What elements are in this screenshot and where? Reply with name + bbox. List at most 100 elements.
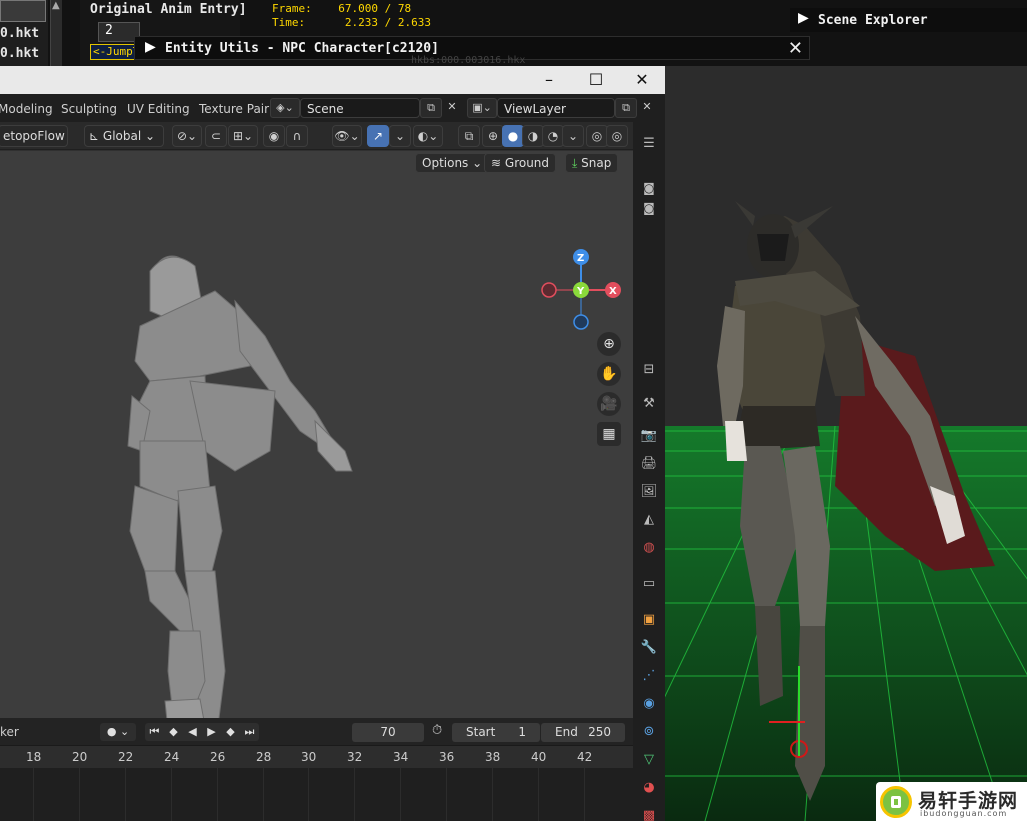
close-icon[interactable]: ✕ — [788, 38, 803, 59]
texture-properties-icon[interactable]: ▩ — [639, 806, 659, 821]
timeline-body[interactable] — [0, 768, 633, 821]
window-titlebar[interactable]: – ☐ ✕ — [0, 66, 665, 94]
falloff-icon[interactable]: ∩ — [286, 125, 308, 147]
pan-hand-icon[interactable]: ✋ — [597, 362, 621, 386]
timeline-editor[interactable]: ker ● ⌄ ⏮ ◆ ◀ ▶ ◆ ⏭ 70 ⏱ Start 1 End 250… — [0, 718, 633, 821]
scroll-up-icon[interactable]: ▲ — [52, 0, 60, 11]
jump-end-icon[interactable]: ⏭ — [240, 723, 259, 741]
frame-ruler[interactable]: 18 20 22 24 26 28 30 32 34 36 38 40 42 — [0, 746, 633, 768]
snap-button[interactable]: ⤓ Snap — [565, 153, 619, 173]
3d-viewport[interactable]: Z X Y Options ⌄ ≋ Ground ⤓ Snap ⊕ ✋ 🎥 ▦ — [0, 151, 633, 718]
scene-selector-icon[interactable]: ◈⌄ — [270, 98, 300, 118]
gizmo-toggle-icon[interactable]: ↗ — [367, 125, 389, 147]
constraints-properties-icon[interactable]: ⊚ — [639, 722, 659, 742]
object-properties-icon[interactable]: ▣ — [639, 610, 659, 630]
physics-properties-icon[interactable]: ◉ — [639, 694, 659, 714]
camera-view-icon[interactable]: 🎥 — [597, 392, 621, 416]
proportional-edit-icon[interactable]: ◉ — [263, 125, 285, 147]
marker-menu[interactable]: ker — [0, 725, 19, 739]
next-keyframe-icon[interactable]: ◆ — [221, 723, 240, 741]
data-properties-icon[interactable]: ▽ — [639, 750, 659, 770]
entity-utils-panel[interactable]: ▶ Entity Utils - NPC Character[c2120] hk… — [134, 36, 810, 66]
toolbar-toggle-icon[interactable]: ☰ — [639, 134, 659, 154]
ortho-grid-icon[interactable]: ▦ — [597, 422, 621, 446]
scene-properties-icon[interactable]: ◭ — [639, 510, 659, 530]
tab-uv-editing[interactable]: UV Editing — [127, 102, 190, 116]
file-list-selection[interactable] — [0, 0, 46, 22]
output-properties-icon[interactable]: 🖨 — [639, 454, 659, 474]
snap-target-icon[interactable]: ⊞⌄ — [228, 125, 258, 147]
transform-orientation-dropdown[interactable]: ⊾ Global ⌄ — [84, 125, 164, 147]
view-layer-properties-icon[interactable]: 🖼 — [639, 482, 659, 502]
camera-lock-2-icon[interactable]: ◙ — [639, 198, 659, 218]
render-properties-icon[interactable]: 📷 — [639, 426, 659, 446]
game-3d-viewport[interactable] — [665, 66, 1027, 821]
file-list-item[interactable]: 0.hkt — [0, 46, 39, 61]
material-properties-icon[interactable]: ◕ — [639, 778, 659, 798]
start-frame-field[interactable]: Start 1 — [452, 723, 540, 742]
play-reverse-icon[interactable]: ◀ — [183, 723, 202, 741]
scene-name-field[interactable]: Scene — [300, 98, 420, 118]
current-frame-field[interactable]: 70 — [352, 723, 424, 742]
site-watermark: 易轩手游网 ibudongguan.com — [876, 782, 1027, 821]
gizmo-neg-x-axis[interactable] — [541, 282, 557, 298]
maximize-icon[interactable]: ☐ — [584, 70, 608, 90]
retopo-mode-icon[interactable]: ◎ — [586, 125, 608, 147]
particles-properties-icon[interactable]: ⋰ — [639, 666, 659, 686]
retopoflow-dropdown[interactable]: etopoFlow ⌄ — [0, 125, 68, 163]
pivot-point-icon[interactable]: ⊘⌄ — [172, 125, 202, 147]
visibility-icon[interactable]: 👁⌄ — [332, 125, 362, 147]
options-dropdown[interactable]: Options ⌄ — [415, 153, 490, 173]
ruler-tick: 34 — [393, 750, 409, 764]
material-shading-icon[interactable]: ◑ — [522, 125, 544, 147]
play-icon[interactable]: ▶ — [202, 723, 221, 741]
xray-icon[interactable]: ⧉ — [458, 125, 480, 147]
file-list-scrollbar[interactable]: ▲ — [50, 0, 62, 66]
keying-dropdown[interactable]: ● ⌄ — [100, 723, 136, 741]
tab-sculpting[interactable]: Sculpting — [61, 102, 117, 116]
frame-label: Frame: — [272, 2, 312, 15]
snap-toggle-icon[interactable]: ⊂ — [205, 125, 227, 147]
scene-name: Scene — [307, 102, 344, 116]
zoom-icon[interactable]: ⊕ — [597, 332, 621, 356]
collection-properties-icon[interactable]: ▭ — [639, 574, 659, 594]
new-view-layer-icon[interactable]: ⧉ — [615, 98, 637, 118]
file-list-item[interactable]: 0.hkt — [0, 26, 39, 41]
expand-triangle-icon[interactable]: ▶ — [145, 39, 156, 55]
anim-entry-title: Original Anim Entry] — [90, 2, 247, 17]
retopo-settings-icon[interactable]: ◎ — [606, 125, 628, 147]
new-scene-icon[interactable]: ⧉ — [420, 98, 442, 118]
world-properties-icon[interactable]: ◍ — [639, 538, 659, 558]
tool-properties-icon[interactable]: ⚒ — [639, 394, 659, 414]
wireframe-shading-icon[interactable]: ⊕ — [482, 125, 504, 147]
viewport-header: etopoFlow ⌄ ⊾ Global ⌄ ⊘⌄ ⊂ ⊞⌄ ◉ ∩ 👁⌄ ↗ … — [0, 122, 633, 163]
delete-scene-icon[interactable]: ✕ — [441, 98, 463, 118]
modifier-properties-icon[interactable]: 🔧 — [639, 638, 659, 658]
minimize-icon[interactable]: – — [537, 70, 561, 90]
properties-toggle-icon[interactable]: ⊟ — [639, 360, 659, 380]
jump-start-icon[interactable]: ⏮ — [145, 723, 164, 741]
prev-keyframe-icon[interactable]: ◆ — [164, 723, 183, 741]
viewport-scene: Z X Y — [127, 249, 621, 718]
tab-modeling[interactable]: Modeling — [0, 102, 53, 116]
tab-texture-paint[interactable]: Texture Pair — [199, 102, 269, 116]
solid-shading-icon[interactable]: ● — [502, 125, 524, 147]
overlay-icon[interactable]: ◐⌄ — [413, 125, 443, 147]
close-window-icon[interactable]: ✕ — [630, 70, 654, 90]
snap-arrow-icon: ⤓ — [572, 156, 578, 170]
gizmo-menu-icon[interactable]: ⌄ — [389, 125, 411, 147]
frame-gridline — [308, 768, 309, 821]
view-layer-selector-icon[interactable]: ▣⌄ — [467, 98, 497, 118]
scene-explorer-header[interactable]: ▶ Scene Explorer — [790, 8, 1027, 32]
preview-range-icon[interactable]: ⏱ — [432, 723, 442, 738]
gizmo-y-label: Y — [576, 286, 585, 297]
gizmo-neg-z-axis[interactable] — [573, 314, 589, 330]
ground-button[interactable]: ≋ Ground — [484, 153, 557, 173]
end-frame-field[interactable]: End 250 — [541, 723, 625, 742]
shading-options-icon[interactable]: ⌄ — [562, 125, 584, 147]
delete-view-layer-icon[interactable]: ✕ — [636, 98, 658, 118]
rendered-shading-icon[interactable]: ◔ — [542, 125, 564, 147]
camera-lock-icon[interactable]: ◙ — [639, 178, 659, 198]
expand-triangle-icon[interactable]: ▶ — [798, 10, 809, 26]
view-layer-field[interactable]: ViewLayer — [497, 98, 615, 118]
